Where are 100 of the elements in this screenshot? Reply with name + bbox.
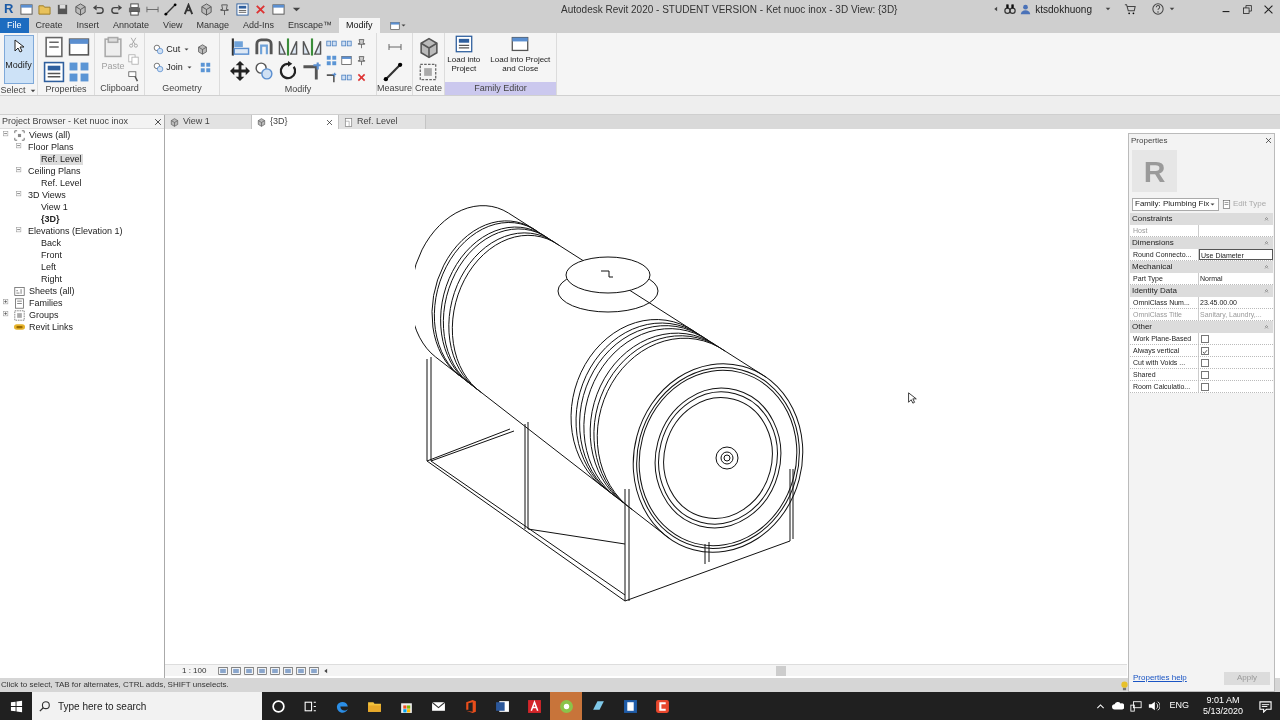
load-button[interactable]: Load into Project and Close [484,35,556,73]
tree-item[interactable]: Revit Links [28,321,74,333]
restore-icon[interactable] [1242,3,1253,15]
save-icon[interactable] [56,2,69,16]
view-scale[interactable]: 1 : 100 [182,664,207,677]
search-bar[interactable]: Type here to search [32,692,262,720]
align-icon[interactable] [229,37,250,57]
cut-button[interactable]: Cut [153,43,181,57]
binoculars-icon[interactable] [1004,3,1017,15]
tree-item[interactable]: Groups [28,309,60,321]
expand-icon[interactable] [3,311,11,319]
clock-time[interactable]: 9:01 AM [1206,695,1240,706]
unpin-icon[interactable] [355,38,367,49]
checkbox[interactable] [1201,359,1209,367]
clock-date[interactable]: 5/13/2020 [1202,706,1243,717]
search-field[interactable]: Type here to search [58,698,255,714]
tree-item[interactable]: View 1 [40,201,69,213]
tree-item[interactable]: Sheets (all) [28,285,76,297]
tree-item[interactable]: 3D Views [27,189,67,201]
tree-item[interactable]: {3D} [40,213,61,225]
create-similar-icon[interactable] [417,37,440,59]
help-icon[interactable] [1152,3,1164,15]
tree-item[interactable]: Ceiling Plans [27,165,82,177]
ribbon-tab[interactable]: View [156,18,190,33]
tree-item[interactable]: Views (all) [28,129,72,141]
collapse-icon[interactable] [3,131,11,139]
ribbon-tab[interactable]: Modify [339,18,380,33]
ribbon-tab[interactable]: File [0,18,29,33]
user-name[interactable]: ktsdokhuong [1035,1,1092,17]
move-icon[interactable] [229,61,250,81]
close-hidden-icon[interactable] [254,2,267,16]
delete-icon[interactable] [355,72,367,83]
caret-icon[interactable] [1168,5,1176,13]
mirror-axis-icon[interactable] [277,37,298,57]
trim-single-icon[interactable] [325,72,337,83]
help-link[interactable]: Properties help [1133,672,1187,684]
load-button[interactable]: Load into Project [445,35,483,73]
tree-item[interactable]: Ref. Level [40,177,83,189]
tree-item[interactable]: Front [40,249,63,261]
tree-item[interactable]: Right [40,273,63,285]
trim-icon[interactable] [301,61,322,81]
type-selector[interactable]: Family: Plumbing Fix [1132,197,1219,211]
collapse-icon[interactable] [16,167,24,175]
type-properties-icon[interactable] [42,36,65,58]
caret-icon[interactable] [1104,5,1112,13]
offset-icon[interactable] [253,37,274,57]
tree-item[interactable]: Families [28,297,64,309]
document-tab[interactable]: {3D} [252,115,339,129]
filter-icon[interactable] [1119,679,1130,691]
tree-item[interactable]: Left [40,261,57,273]
close-icon[interactable] [1265,137,1272,144]
print-icon[interactable] [128,2,141,16]
ribbon-tab[interactable]: Enscape™ [281,18,340,33]
cloud-icon[interactable] [1112,700,1125,712]
switch-windows-icon[interactable] [272,2,285,16]
section-header[interactable]: Constraints [1130,213,1273,225]
cart-icon[interactable] [1124,3,1136,15]
section-header[interactable]: Other [1130,321,1273,333]
collapse-icon[interactable] [16,191,24,199]
checkbox[interactable] [1201,335,1209,343]
ribbon-tab[interactable]: Add-Ins [235,18,281,33]
undo-icon[interactable] [92,2,105,16]
rotate-icon[interactable] [277,61,298,81]
close-icon[interactable] [154,117,162,126]
close-icon[interactable] [326,118,333,126]
tree-item[interactable]: Back [40,237,62,249]
scrollbar-thumb[interactable] [776,665,787,676]
user-icon[interactable] [1020,3,1032,15]
ribbon-tab[interactable]: Insert [69,18,107,33]
notification-icon[interactable] [1259,699,1272,713]
create-group-icon[interactable] [417,63,438,81]
modify-button[interactable]: Modify [3,35,34,84]
ribbon-tab[interactable]: Manage [189,18,236,33]
close-icon[interactable] [1263,3,1274,15]
tree-item[interactable]: Elevations (Elevation 1) [27,225,124,237]
checkbox[interactable] [1201,347,1209,355]
tree-item[interactable]: Floor Plans [27,141,75,153]
expand-icon[interactable] [3,299,11,307]
array-icon[interactable] [325,55,337,66]
checkbox[interactable] [1201,383,1209,391]
document-tab[interactable]: View 1 [165,115,252,129]
section-header[interactable]: Mechanical [1130,261,1273,273]
match-type-icon[interactable] [128,71,139,82]
context-menu-icon[interactable] [389,20,400,31]
network-icon[interactable] [1130,700,1143,712]
checkbox[interactable] [1201,371,1209,379]
mirror-draw-icon[interactable] [301,37,322,57]
tree-item[interactable]: Ref. Level [40,153,83,165]
pin-icon[interactable] [355,55,367,66]
collapse-icon[interactable] [16,143,24,151]
ribbon-tab[interactable]: Annotate [106,18,157,33]
section-header[interactable]: Identity Data [1130,285,1273,297]
app-logo[interactable]: R [0,0,16,18]
join-button[interactable]: Join [153,60,183,74]
language-indicator[interactable]: ENG [1169,699,1189,713]
properties-icon[interactable] [42,61,65,83]
dimension-icon[interactable] [164,2,177,16]
collapse-icon[interactable] [16,227,24,235]
ribbon-tab[interactable]: Create [28,18,70,33]
volume-icon[interactable] [1148,700,1161,712]
